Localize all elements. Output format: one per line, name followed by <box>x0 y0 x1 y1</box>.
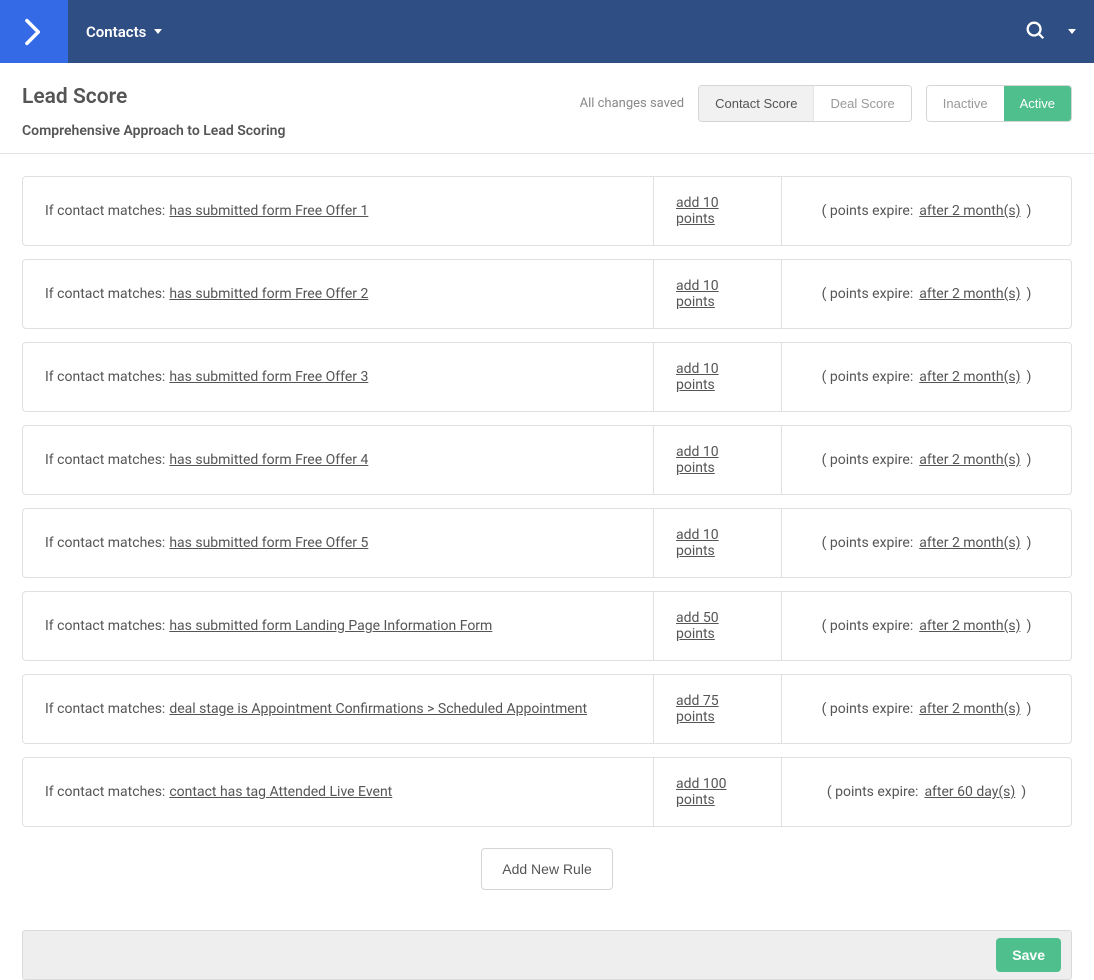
rule-expire[interactable]: after 2 month(s) <box>919 286 1020 302</box>
save-bar: Save <box>22 930 1072 980</box>
expire-close: ) <box>1026 452 1031 468</box>
page-subtitle: Comprehensive Approach to Lead Scoring <box>22 123 285 139</box>
user-menu-chevron-icon[interactable] <box>1068 29 1076 34</box>
rule-row: If contact matches:has submitted form La… <box>22 591 1072 661</box>
expire-open: ( points expire: <box>822 369 914 385</box>
state-tabs: Inactive Active <box>926 85 1072 122</box>
rule-expire[interactable]: after 2 month(s) <box>919 452 1020 468</box>
rule-row: If contact matches:has submitted form Fr… <box>22 508 1072 578</box>
expire-close: ) <box>1021 784 1026 800</box>
rule-action[interactable]: add 50 points <box>676 610 759 642</box>
app-logo[interactable] <box>0 0 68 63</box>
nav-section-dropdown[interactable]: Contacts <box>68 23 162 41</box>
rule-expire[interactable]: after 60 day(s) <box>924 784 1015 800</box>
save-button[interactable]: Save <box>996 938 1061 972</box>
nav-section-label: Contacts <box>86 23 146 41</box>
rule-expire[interactable]: after 2 month(s) <box>919 535 1020 551</box>
rule-row: If contact matches:deal stage is Appoint… <box>22 674 1072 744</box>
rule-condition[interactable]: has submitted form Landing Page Informat… <box>169 618 492 634</box>
expire-open: ( points expire: <box>822 701 914 717</box>
expire-close: ) <box>1026 369 1031 385</box>
rule-prefix: If contact matches: <box>45 203 165 219</box>
rule-prefix: If contact matches: <box>45 369 165 385</box>
rule-expire[interactable]: after 2 month(s) <box>919 701 1020 717</box>
expire-open: ( points expire: <box>822 452 914 468</box>
expire-open: ( points expire: <box>822 618 914 634</box>
rule-prefix: If contact matches: <box>45 286 165 302</box>
rule-condition[interactable]: has submitted form Free Offer 1 <box>169 203 368 219</box>
rule-expire[interactable]: after 2 month(s) <box>919 618 1020 634</box>
tab-active[interactable]: Active <box>1004 86 1071 121</box>
rules-list: If contact matches:has submitted form Fr… <box>0 154 1094 930</box>
expire-close: ) <box>1026 203 1031 219</box>
rule-action[interactable]: add 10 points <box>676 527 759 559</box>
rule-condition[interactable]: has submitted form Free Offer 2 <box>169 286 368 302</box>
rule-row: If contact matches:contact has tag Atten… <box>22 757 1072 827</box>
expire-close: ) <box>1026 701 1031 717</box>
add-new-rule-button[interactable]: Add New Rule <box>481 848 613 890</box>
rule-action[interactable]: add 10 points <box>676 361 759 393</box>
rule-condition[interactable]: has submitted form Free Offer 5 <box>169 535 368 551</box>
rule-condition[interactable]: has submitted form Free Offer 4 <box>169 452 368 468</box>
rule-action[interactable]: add 75 points <box>676 693 759 725</box>
save-status: All changes saved <box>580 96 685 111</box>
rule-row: If contact matches:has submitted form Fr… <box>22 176 1072 246</box>
expire-close: ) <box>1026 618 1031 634</box>
search-icon <box>1024 19 1046 41</box>
tab-deal-score[interactable]: Deal Score <box>813 86 910 121</box>
expire-open: ( points expire: <box>822 286 914 302</box>
rule-condition[interactable]: has submitted form Free Offer 3 <box>169 369 368 385</box>
rule-prefix: If contact matches: <box>45 701 165 717</box>
tab-inactive[interactable]: Inactive <box>927 86 1004 121</box>
search-button[interactable] <box>1024 19 1046 45</box>
rule-prefix: If contact matches: <box>45 618 165 634</box>
expire-close: ) <box>1026 535 1031 551</box>
top-nav: Contacts <box>0 0 1094 63</box>
logo-chevron-icon <box>17 15 51 49</box>
page-title: Lead Score <box>22 85 285 109</box>
rule-action[interactable]: add 100 points <box>676 776 759 808</box>
expire-open: ( points expire: <box>822 203 914 219</box>
rule-action[interactable]: add 10 points <box>676 444 759 476</box>
rule-expire[interactable]: after 2 month(s) <box>919 369 1020 385</box>
expire-open: ( points expire: <box>822 535 914 551</box>
expire-close: ) <box>1026 286 1031 302</box>
rule-prefix: If contact matches: <box>45 452 165 468</box>
score-type-tabs: Contact Score Deal Score <box>698 85 912 122</box>
rule-prefix: If contact matches: <box>45 784 165 800</box>
rule-expire[interactable]: after 2 month(s) <box>919 203 1020 219</box>
expire-open: ( points expire: <box>827 784 919 800</box>
rule-condition[interactable]: contact has tag Attended Live Event <box>169 784 392 800</box>
rule-condition[interactable]: deal stage is Appointment Confirmations … <box>169 701 587 717</box>
rule-row: If contact matches:has submitted form Fr… <box>22 342 1072 412</box>
rule-action[interactable]: add 10 points <box>676 278 759 310</box>
rule-row: If contact matches:has submitted form Fr… <box>22 425 1072 495</box>
rule-prefix: If contact matches: <box>45 535 165 551</box>
tab-contact-score[interactable]: Contact Score <box>699 86 813 121</box>
rule-row: If contact matches:has submitted form Fr… <box>22 259 1072 329</box>
chevron-down-icon <box>154 29 162 34</box>
rule-action[interactable]: add 10 points <box>676 195 759 227</box>
